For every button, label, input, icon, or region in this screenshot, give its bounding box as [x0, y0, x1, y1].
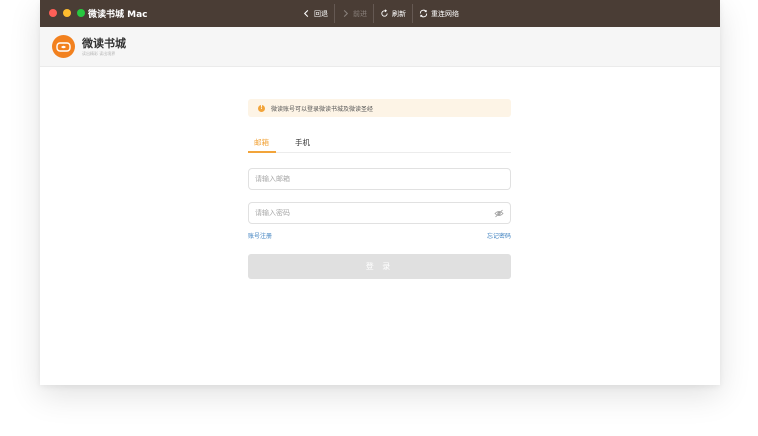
back-button[interactable]: 回退 — [296, 4, 335, 23]
minimize-window-button[interactable] — [63, 9, 71, 17]
refresh-button[interactable]: 刷新 — [374, 4, 413, 23]
info-icon: ! — [258, 104, 265, 112]
tab-phone[interactable]: 手机 — [289, 135, 316, 152]
back-label: 回退 — [314, 9, 328, 18]
sync-icon — [419, 9, 428, 18]
login-panel: ! 微读账号可以登录微读书城及微读圣经 邮箱 手机 请输入邮箱 请输入密码 账号… — [248, 99, 511, 279]
zoom-window-button[interactable] — [77, 9, 85, 17]
app-logo — [52, 35, 75, 58]
brand-subtitle: 读出精彩 读出境界 — [82, 51, 116, 56]
refresh-label: 刷新 — [392, 9, 406, 18]
titlebar: 微读书城 Mac 回退 前进 刷新 重连网络 — [40, 0, 720, 27]
active-tab-indicator — [248, 151, 276, 153]
password-input[interactable]: 请输入密码 — [248, 202, 511, 224]
login-button[interactable]: 登 录 — [248, 254, 511, 279]
forward-button[interactable]: 前进 — [335, 4, 374, 23]
email-placeholder: 请输入邮箱 — [255, 175, 290, 183]
chevron-left-icon — [303, 9, 309, 18]
reconnect-label: 重连网络 — [431, 9, 459, 18]
register-link[interactable]: 账号注册 — [248, 231, 272, 240]
forgot-password-link[interactable]: 忘记密码 — [487, 231, 511, 240]
forward-label: 前进 — [353, 9, 367, 18]
notice-banner: ! 微读账号可以登录微读书城及微读圣经 — [248, 99, 511, 117]
auth-links: 账号注册 忘记密码 — [248, 231, 511, 240]
app-header: 微读书城 读出精彩 读出境界 — [40, 27, 720, 67]
window-title: 微读书城 Mac — [88, 10, 148, 20]
app-window: 微读书城 Mac 回退 前进 刷新 重连网络 微读书城 读出精彩 读出境界 ! … — [40, 0, 720, 385]
window-controls — [49, 9, 85, 17]
login-tabs: 邮箱 手机 — [248, 135, 511, 153]
refresh-icon — [381, 9, 388, 17]
chevron-right-icon — [343, 9, 349, 18]
close-window-button[interactable] — [49, 9, 57, 17]
brand-title: 微读书城 — [82, 37, 126, 50]
email-input[interactable]: 请输入邮箱 — [248, 168, 511, 190]
reconnect-button[interactable]: 重连网络 — [413, 4, 465, 23]
nav-toolbar: 回退 前进 刷新 重连网络 — [296, 4, 465, 23]
password-placeholder: 请输入密码 — [255, 209, 290, 217]
notice-text: 微读账号可以登录微读书城及微读圣经 — [271, 105, 374, 113]
book-logo-icon — [56, 41, 71, 52]
tab-email[interactable]: 邮箱 — [248, 135, 275, 152]
eye-off-icon[interactable] — [494, 209, 504, 218]
